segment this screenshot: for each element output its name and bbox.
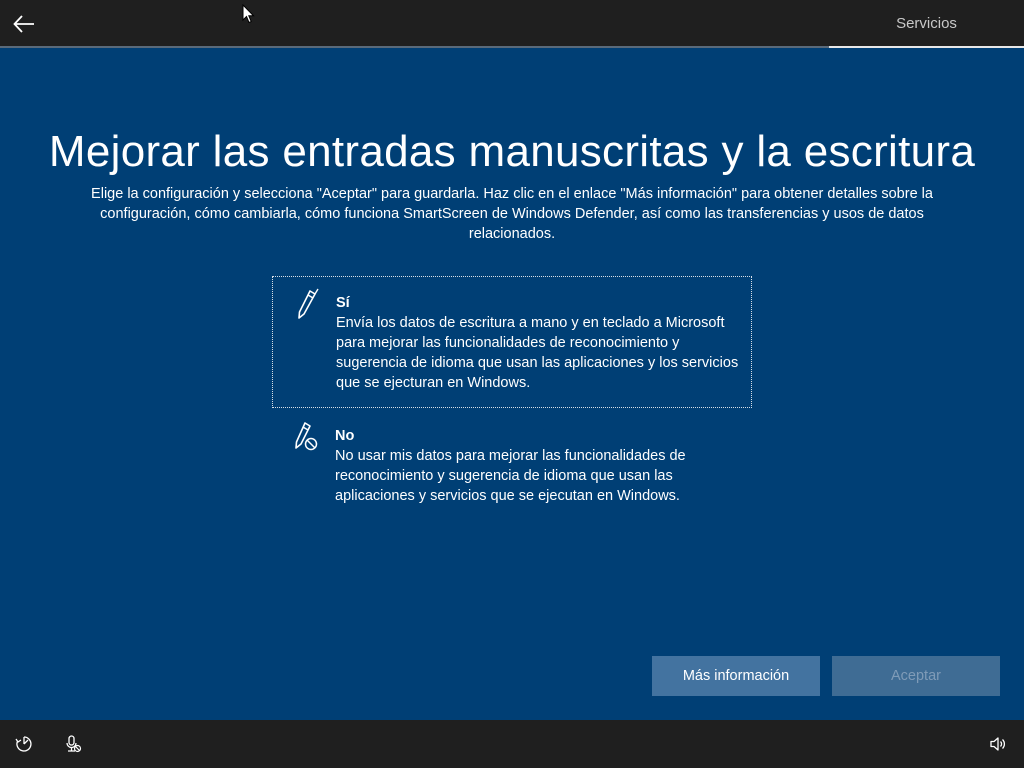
back-button[interactable] [6,6,42,42]
ease-of-access-icon [15,736,32,752]
microphone-button[interactable] [61,732,85,756]
ease-of-access-button[interactable] [12,732,36,756]
option-no[interactable]: No No usar mis datos para mejorar las fu… [272,412,752,512]
arrow-left-icon [13,15,34,33]
mouse-cursor-icon [242,4,255,24]
option-no-title: No [335,428,355,444]
option-no-description: No usar mis datos para mejorar las funci… [335,448,686,504]
volume-icon [990,737,1005,751]
more-info-button[interactable]: Más información [652,656,820,696]
option-yes-description: Envía los datos de escritura a mano y en… [336,315,739,391]
microphone-off-icon [66,735,82,753]
page-description: Elige la configuración y selecciona "Ace… [91,186,933,242]
pen-blocked-icon [295,422,318,451]
page-title: Mejorar las entradas manuscritas y la es… [48,127,976,176]
accept-button[interactable]: Aceptar [832,656,1000,696]
pen-icon [298,288,319,319]
bottom-bar [0,720,1024,768]
option-yes[interactable]: Sí Envía los datos de escritura a mano y… [272,276,752,408]
tab-servicios[interactable]: Servicios [829,0,1024,48]
volume-button[interactable] [986,732,1010,756]
main-content: Mejorar las entradas manuscritas y la es… [0,48,1024,720]
top-bar: Servicios [0,0,1024,48]
option-yes-title: Sí [336,295,350,311]
